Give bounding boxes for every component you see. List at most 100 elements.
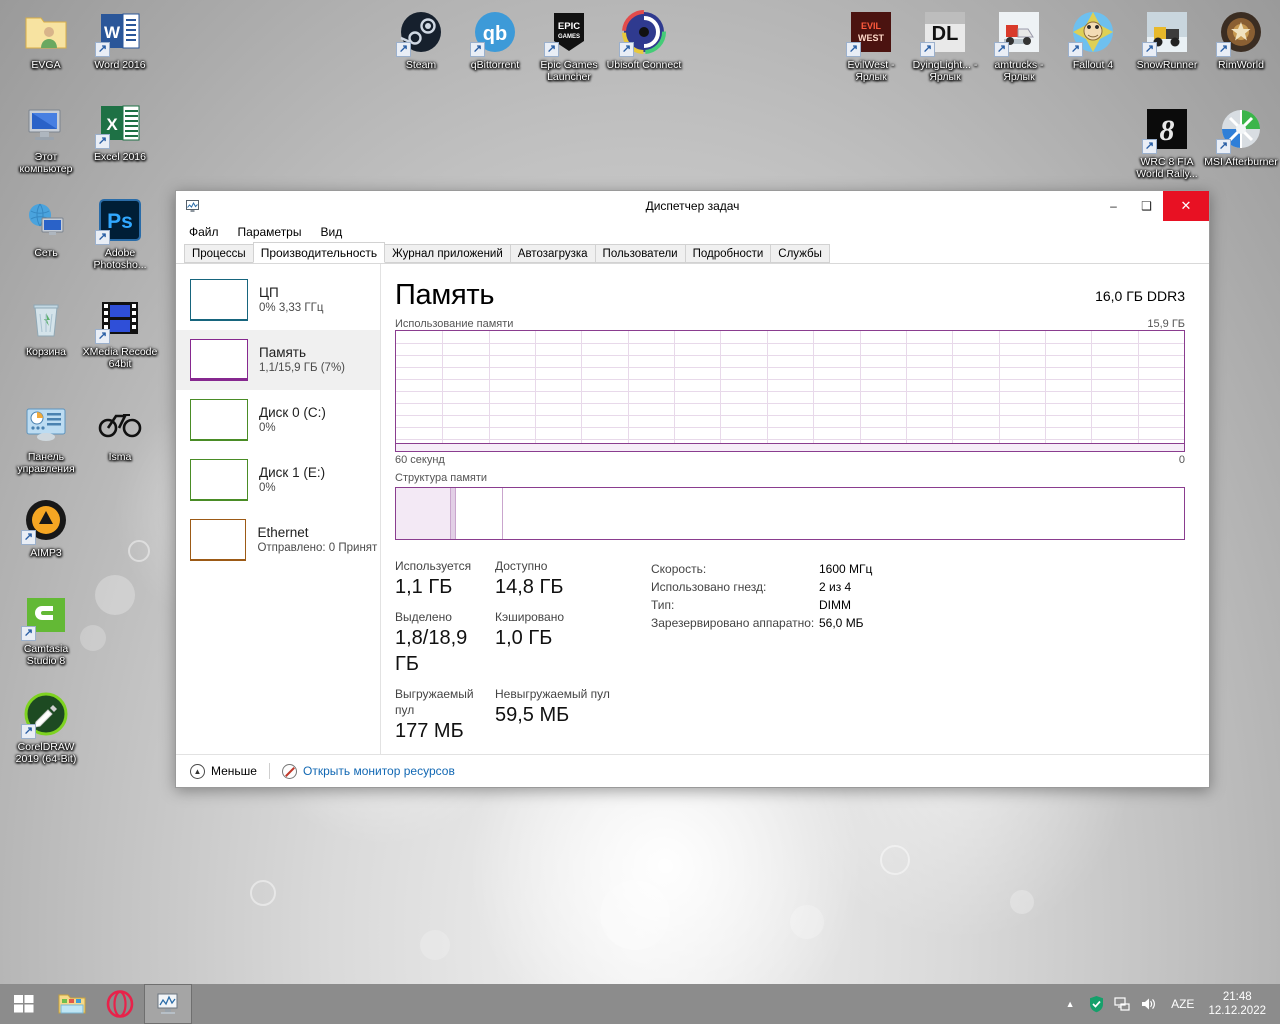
tab-bar[interactable]: Процессы Производительность Журнал приложе… <box>176 242 1209 264</box>
desktop-icon-excel[interactable]: X ↗ Excel 2016 <box>82 100 158 163</box>
taskbar-item-task-manager[interactable] <box>144 984 192 1024</box>
shortcut-arrow-icon: ↗ <box>1068 42 1083 57</box>
detail-title: Память <box>395 279 495 311</box>
resource-item-2[interactable]: Диск 0 (C:) 0% <box>176 390 380 450</box>
shortcut-arrow-icon: ↗ <box>994 42 1009 57</box>
tab-1[interactable]: Производительность <box>252 242 386 263</box>
shortcut-arrow-icon: ↗ <box>544 42 559 57</box>
resource-item-4[interactable]: Ethernet Отправлено: 0 Принят <box>176 510 380 570</box>
open-resource-monitor-button[interactable]: Открыть монитор ресурсов <box>281 763 455 779</box>
tab-3[interactable]: Автозагрузка <box>509 244 596 263</box>
desktop-icon-dying-light[interactable]: DL ↗ DyingLight... - Ярлык <box>907 8 983 83</box>
taskbar-item-opera-gx[interactable] <box>96 984 144 1024</box>
tab-label: Автозагрузка <box>517 247 588 260</box>
info-value: DIMM <box>819 598 851 612</box>
tab-6[interactable]: Службы <box>770 244 830 263</box>
taskbar[interactable]: ▲ AZE 21:48 12.12.2022 <box>0 984 1280 1024</box>
network-icon[interactable] <box>1109 984 1135 1024</box>
desktop-icon-snowrunner[interactable]: ↗ SnowRunner <box>1129 8 1205 71</box>
window-controls[interactable]: – ❑ ✕ <box>1097 191 1209 221</box>
close-button[interactable]: ✕ <box>1163 191 1209 221</box>
stat-label: Используется <box>395 559 472 573</box>
msi-afterburner-icon: ↗ <box>1216 105 1265 154</box>
memory-composition-bar[interactable] <box>395 487 1185 540</box>
stat-row: Используется 1,1 ГБ Доступно 14,8 ГБ <box>395 558 645 600</box>
resource-mini-graph <box>190 399 248 441</box>
composition-segment-3[interactable] <box>503 488 1184 539</box>
desktop-icon-network[interactable]: Сеть <box>8 196 84 259</box>
desktop-icon-control-panel[interactable]: Панель управления <box>8 400 84 475</box>
tray-chevron-icon[interactable]: ▲ <box>1057 984 1083 1024</box>
desktop-icon-label: Adobe Photosho... <box>93 247 147 271</box>
composition-segment-0[interactable] <box>396 488 452 539</box>
desktop-icon-evil-west[interactable]: EVIL WEST ↗ EvilWest - Ярлык <box>833 8 909 83</box>
resource-item-3[interactable]: Диск 1 (E:) 0% <box>176 450 380 510</box>
desktop-icon-label: CorelDRAW 2019 (64-Bit) <box>15 741 77 765</box>
desktop-icon-steam[interactable]: ↗ Steam <box>383 8 459 71</box>
resource-item-1[interactable]: Память 1,1/15,9 ГБ (7%) <box>176 330 380 390</box>
desktop-icon-wrc8[interactable]: 8 ↗ WRC 8 FIA World Rally... <box>1129 105 1205 180</box>
memory-stats-left: Используется 1,1 ГБ Доступно 14,8 ГБ Выделен… <box>395 558 645 753</box>
desktop-icon-coreldraw[interactable]: ↗ CorelDRAW 2019 (64-Bit) <box>8 690 84 765</box>
composition-segment-2[interactable] <box>455 488 504 539</box>
desktop-icon-epic-games[interactable]: EPIC GAMES ↗ Epic Games Launcher <box>531 8 607 83</box>
shortcut-arrow-icon: ↗ <box>95 329 110 344</box>
resource-sub: 0% 3,33 ГГц <box>259 302 324 314</box>
desktop-icon-fallout4[interactable]: ↗ Fallout 4 <box>1055 8 1131 71</box>
memory-usage-graph <box>395 330 1185 452</box>
mini-graph-line <box>191 499 247 500</box>
desktop-icon-recycle-bin[interactable]: Корзина <box>8 295 84 358</box>
desktop-icon-photoshop[interactable]: Ps ↗ Adobe Photosho... <box>82 196 158 271</box>
stat-cell: Выделено 1,8/18,9 ГБ <box>395 609 495 677</box>
desktop-icon-xmedia-recode[interactable]: ↗ XMedia Recode 64bit <box>82 295 158 370</box>
info-key: Использовано гнезд: <box>651 580 767 594</box>
desktop-icon-aimp3[interactable]: ↗ AIMP3 <box>8 496 84 559</box>
stat-value: 59,5 МБ <box>495 704 570 726</box>
tab-label: Подробности <box>692 247 764 260</box>
desktop-icon-camtasia[interactable]: ↗ Camtasia Studio 8 <box>8 592 84 667</box>
svg-text:EVIL: EVIL <box>861 21 882 31</box>
resource-list[interactable]: ЦП 0% 3,33 ГГц Память 1,1/15,9 ГБ (7%) Диск … <box>176 264 381 754</box>
desktop-icon-label: XMedia Recode 64bit <box>82 346 158 370</box>
resource-sub: 0% <box>259 422 276 434</box>
menu-bar[interactable]: Файл Параметры Вид <box>176 221 1209 242</box>
system-tray[interactable]: ▲ AZE 21:48 12.12.2022 <box>1057 984 1280 1024</box>
desktop-icon-bicycle[interactable]: Isma <box>82 400 158 463</box>
tab-0[interactable]: Процессы <box>184 244 254 263</box>
desktop-icon-msi-afterburner[interactable]: ↗ MSI Afterburner <box>1203 105 1279 168</box>
title-bar[interactable]: Диспетчер задач – ❑ ✕ <box>176 191 1209 221</box>
menu-item-0[interactable]: Файл <box>189 225 219 239</box>
desktop-icon-this-pc[interactable]: Этот компьютер <box>8 100 84 175</box>
graph-axis: 60 секунд 0 <box>395 454 1185 466</box>
desktop-icon-ubisoft-connect[interactable]: ↗ Ubisoft Connect <box>606 8 682 71</box>
fewer-details-button[interactable]: ▲ Меньше <box>190 763 257 779</box>
shortcut-arrow-icon: ↗ <box>1142 42 1157 57</box>
tab-4[interactable]: Пользователи <box>594 244 686 263</box>
start-button[interactable] <box>0 984 48 1024</box>
footer-bar[interactable]: ▲ Меньше Открыть монитор ресурсов <box>176 754 1209 787</box>
shortcut-arrow-icon: ↗ <box>95 230 110 245</box>
desktop-icon-folder-user[interactable]: EVGA <box>8 8 84 71</box>
clock[interactable]: 21:48 12.12.2022 <box>1204 990 1274 1018</box>
desktop-icon-word[interactable]: W ↗ Word 2016 <box>82 8 158 71</box>
taskbar-item-file-explorer[interactable] <box>48 984 96 1024</box>
desktop-icon-rimworld[interactable]: ↗ RimWorld <box>1203 8 1279 71</box>
resource-item-0[interactable]: ЦП 0% 3,33 ГГц <box>176 270 380 330</box>
shortcut-arrow-icon: ↗ <box>95 134 110 149</box>
volume-icon[interactable] <box>1135 984 1161 1024</box>
menu-item-2[interactable]: Вид <box>320 225 342 239</box>
xmedia-recode-icon: ↗ <box>95 295 144 344</box>
desktop-icon-qbittorrent[interactable]: qb ↗ qBittorrent <box>457 8 533 71</box>
maximize-button[interactable]: ❑ <box>1130 191 1163 221</box>
desktop-icon-label: Camtasia Studio 8 <box>23 643 69 667</box>
desktop-icon-amtrucks[interactable]: ↗ amtrucks - Ярлык <box>981 8 1057 83</box>
tab-5[interactable]: Подробности <box>684 244 772 263</box>
language-indicator[interactable]: AZE <box>1161 997 1204 1011</box>
desktop-icon-label: Сеть <box>34 247 58 259</box>
stat-value: 1,8/18,9 ГБ <box>395 627 468 675</box>
minimize-button[interactable]: – <box>1097 191 1130 221</box>
tab-2[interactable]: Журнал приложений <box>384 244 511 263</box>
shield-icon[interactable] <box>1083 984 1109 1024</box>
menu-item-1[interactable]: Параметры <box>238 225 302 239</box>
task-manager-window[interactable]: Диспетчер задач – ❑ ✕ Файл Параметры Вид П… <box>175 190 1210 788</box>
